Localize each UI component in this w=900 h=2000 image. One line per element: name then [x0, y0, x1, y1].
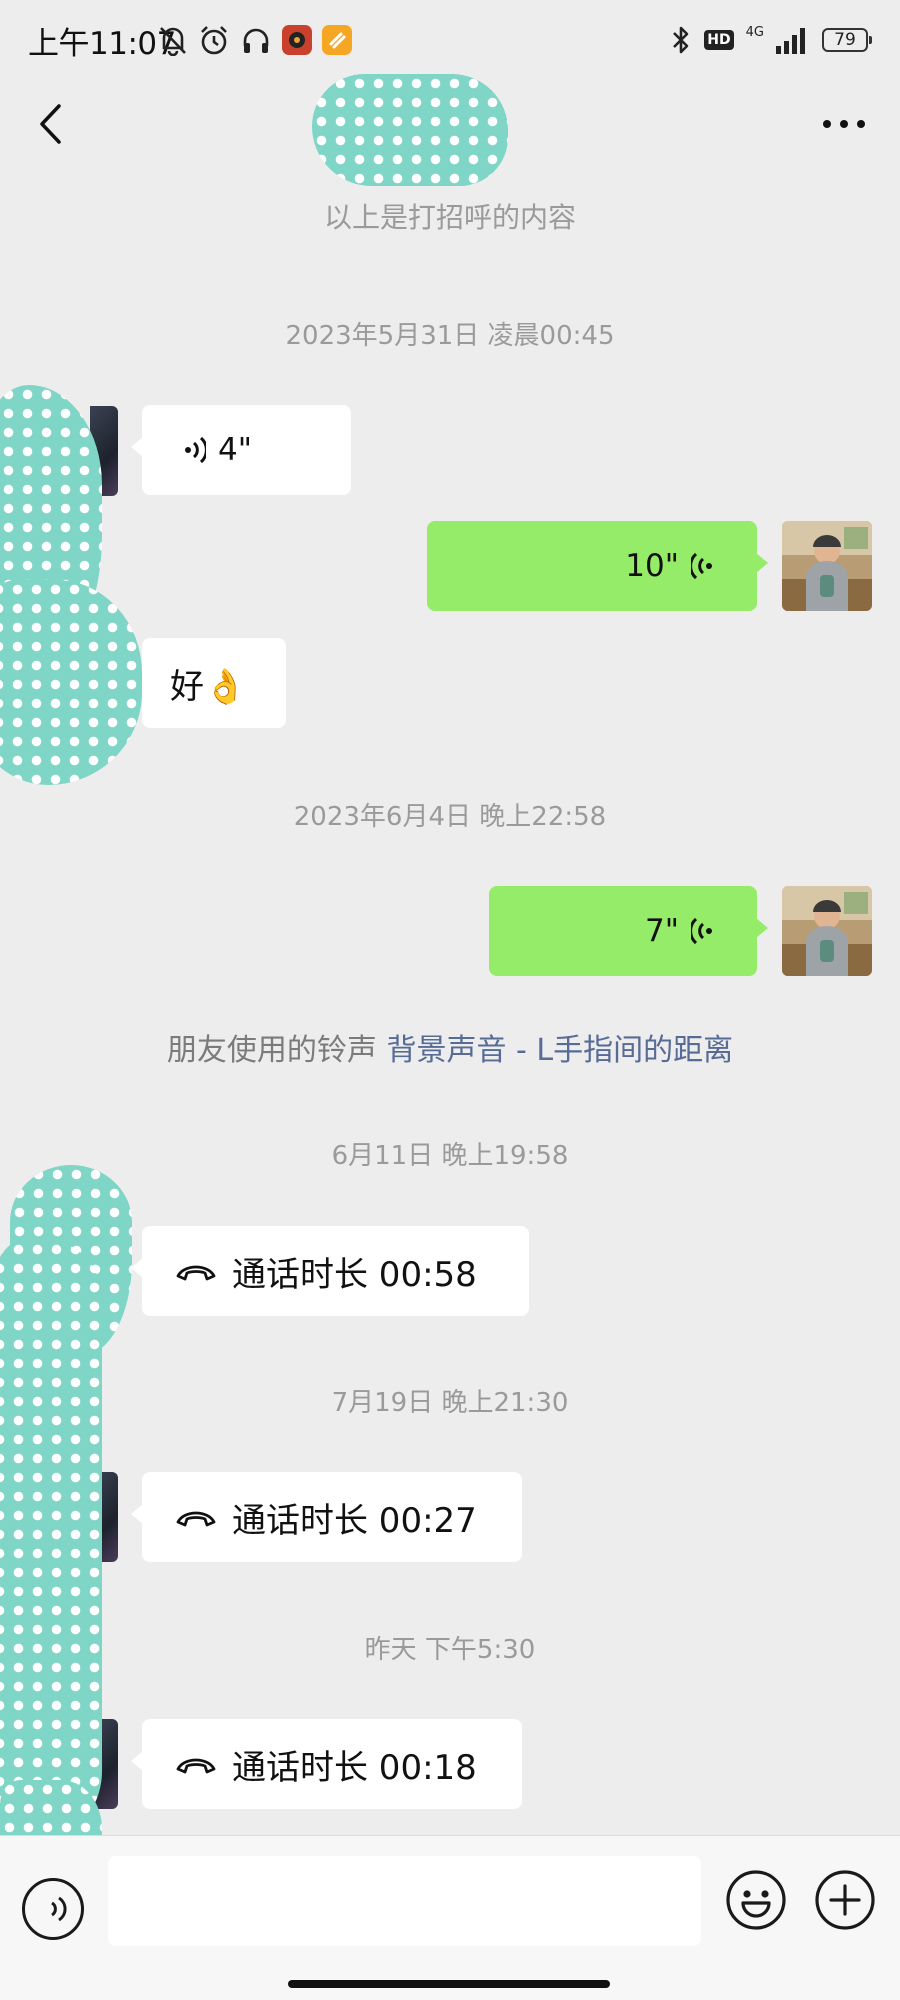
ringtone-link[interactable]: 背景声音 - L手指间的距离 — [386, 1033, 733, 1068]
battery-icon: 79 — [822, 28, 872, 52]
voice-message-out[interactable]: 7" — [489, 886, 768, 976]
input-bar — [0, 1835, 900, 2000]
voice-wave-icon — [691, 552, 712, 580]
timestamp: 昨天 下午5:30 — [364, 1635, 536, 1665]
network-type: 4G — [745, 24, 764, 40]
message-input[interactable] — [108, 1856, 701, 1946]
back-button[interactable] — [30, 94, 70, 154]
emoji-icon — [726, 1870, 786, 1930]
timestamp: 7月19日 晚上21:30 — [331, 1388, 569, 1418]
voice-message-in[interactable]: 4" — [131, 405, 351, 495]
call-duration-text: 通话时长 00:58 — [232, 1254, 477, 1295]
status-time: 上午11:07 — [28, 26, 176, 62]
avatar-redaction — [0, 1240, 102, 1830]
music-app-icon — [282, 25, 312, 55]
orange-app-icon — [322, 25, 352, 55]
avatar-photo — [782, 521, 872, 611]
voice-mode-icon — [51, 1896, 67, 1922]
more-functions-button[interactable] — [813, 1868, 877, 1932]
plus-icon — [815, 1870, 875, 1930]
greeting-note: 以上是打招呼的内容 — [323, 201, 576, 234]
ringtone-notice: 朋友使用的铃声 背景声音 - L手指间的距离 — [0, 1025, 900, 1069]
text-message-in[interactable]: 好👌 — [131, 638, 286, 728]
call-record-message[interactable]: 通话时长 00:18 — [131, 1719, 522, 1809]
avatar-redaction — [0, 580, 142, 785]
self-avatar[interactable] — [782, 886, 872, 976]
voice-wave-icon — [691, 917, 712, 945]
voice-wave-icon — [185, 436, 206, 464]
chat-screen: 上午11:07 HD 4G 79 以上是打招呼的内容 2023年5月31日 凌晨… — [0, 0, 900, 2000]
call-duration-text: 通话时长 00:18 — [232, 1747, 477, 1788]
voice-message-out[interactable]: 10" — [427, 521, 768, 611]
home-indicator[interactable] — [288, 1980, 610, 1988]
bluetooth-icon — [673, 26, 689, 54]
alarm-icon — [201, 26, 227, 55]
call-record-message[interactable]: 通话时长 00:27 — [131, 1472, 522, 1562]
chevron-left-icon — [40, 104, 61, 144]
phone-hangup-icon — [176, 1758, 216, 1774]
voice-duration: 7" — [645, 913, 679, 949]
ringtone-prefix: 朋友使用的铃声 — [166, 1033, 377, 1068]
timestamp: 2023年6月4日 晚上22:58 — [293, 802, 607, 832]
more-button[interactable] — [816, 96, 872, 152]
voice-duration: 10" — [625, 548, 679, 584]
bell-off-icon — [160, 27, 186, 56]
timestamp: 6月11日 晚上19:58 — [331, 1141, 569, 1171]
chat-header — [0, 74, 900, 186]
status-bar: 上午11:07 HD 4G 79 — [0, 0, 900, 80]
timestamp: 2023年5月31日 凌晨00:45 — [285, 321, 615, 351]
self-avatar[interactable] — [782, 521, 872, 611]
message-list[interactable]: 以上是打招呼的内容 2023年5月31日 凌晨00:45 4" 10" 好👌 2… — [0, 180, 900, 2000]
phone-hangup-icon — [176, 1511, 216, 1527]
voice-mode-button[interactable] — [22, 1878, 84, 1940]
ellipsis-icon — [823, 120, 865, 128]
signal-icon — [776, 28, 805, 54]
emoji-button[interactable] — [724, 1868, 788, 1932]
status-icons-right: HD 4G 79 — [670, 20, 872, 60]
status-icons-left — [158, 22, 352, 58]
call-duration-text: 通话时长 00:27 — [232, 1500, 477, 1541]
voice-duration: 4" — [218, 432, 252, 468]
message-text: 好👌 — [170, 666, 247, 707]
avatar-photo — [782, 886, 872, 976]
phone-hangup-icon — [176, 1265, 216, 1281]
headphones-icon — [243, 28, 269, 53]
call-record-message[interactable]: 通话时长 00:58 — [131, 1226, 529, 1316]
hd-icon: HD — [704, 30, 734, 50]
contact-name-redacted — [312, 74, 508, 186]
